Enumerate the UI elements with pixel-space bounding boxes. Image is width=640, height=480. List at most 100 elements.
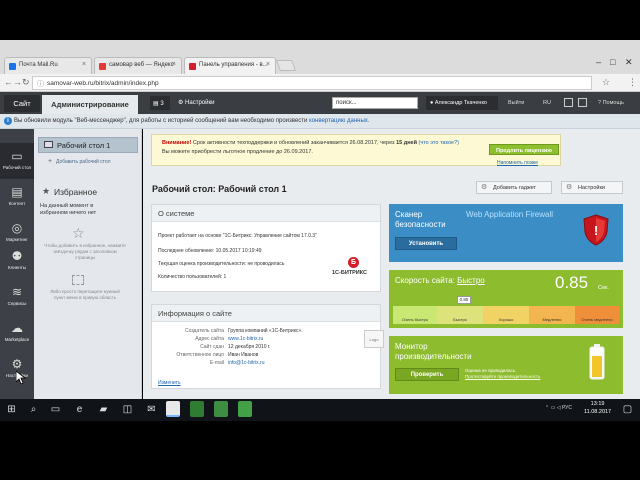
users-count: Количество пользователей: 1 — [158, 274, 227, 280]
info-icon: ⓘ — [37, 81, 44, 88]
top-settings-button[interactable]: ⚙ Настройки — [178, 99, 214, 106]
tab-label: Панель управления - в... — [199, 62, 268, 68]
license-line2: Вы можете приобрести льготное продление … — [162, 148, 313, 155]
user-button[interactable]: ● Александр Ткаченко — [426, 96, 498, 110]
desktop-sidebar: Рабочий стол 1 Добавить рабочий стол ★ И… — [34, 129, 142, 399]
help-label: Помощь — [602, 100, 624, 106]
left-menu: ▭ Рабочий стол ▤ Контент ◎ Маркетинг ⚉ К… — [0, 129, 34, 399]
mail-icon[interactable]: ✉ — [144, 402, 159, 417]
menu-label: Маркетинг — [6, 237, 28, 242]
menu-label: Клиенты — [7, 265, 27, 270]
stack-icon: ≋ — [11, 285, 23, 299]
windows-start-icon[interactable]: ⊞ — [4, 402, 19, 417]
reload-icon[interactable]: ↻ — [22, 77, 30, 88]
user-name: Александр Ткаченко — [434, 100, 487, 106]
menu-desktop[interactable]: ▭ Рабочий стол — [0, 143, 34, 179]
minimize-icon[interactable]: – — [596, 57, 601, 67]
close-icon[interactable]: × — [172, 61, 176, 68]
main-content: Внимание! Срок активности техподдержки и… — [143, 129, 640, 399]
renew-license-button[interactable]: Продлить лицензию — [489, 144, 559, 155]
license-warn-label: Внимание! — [162, 140, 192, 146]
menu-marketplace[interactable]: ☁ Marketplace — [0, 315, 34, 351]
perf-title: Монитор производительности — [395, 342, 472, 361]
tab-label: самовар веб — Яндекс — [109, 62, 174, 68]
tray-lang[interactable]: ⌃ ▭ ◁ РУС — [545, 405, 572, 411]
convert-data-link[interactable]: конвертацию данных. — [309, 118, 369, 124]
menu-label: Контент — [8, 201, 26, 206]
camtasia-icon[interactable] — [190, 401, 204, 417]
install-button[interactable]: Установить — [395, 237, 457, 250]
search-icon[interactable]: ⌕ — [26, 402, 41, 417]
speed-status: Быстро — [457, 276, 485, 285]
url-field[interactable]: ⓘ samovar-web.ru/bitrix/admin/index.php — [32, 76, 592, 90]
back-icon[interactable]: ← — [4, 77, 13, 87]
menu-content[interactable]: ▤ Контент — [0, 179, 34, 215]
monitor-icon: ▭ — [11, 149, 23, 163]
app-icon[interactable] — [238, 401, 252, 417]
edge-icon[interactable]: e — [72, 402, 87, 417]
star-icon: ★ — [42, 186, 51, 196]
camtasia-recorder-icon[interactable] — [214, 401, 228, 417]
close-window-icon[interactable]: ✕ — [625, 57, 633, 68]
change-link[interactable]: Изменить — [158, 380, 181, 386]
mail-favicon-icon — [9, 63, 16, 70]
favorites-empty-text: На данный момент в избранном ничего нет — [40, 203, 97, 217]
chrome-icon[interactable] — [166, 401, 180, 417]
address-bar: ← → ↻ ⓘ samovar-web.ru/bitrix/admin/inde… — [0, 74, 640, 92]
browser-tab-mail[interactable]: Почта Mail.Ru × — [4, 57, 92, 74]
check-button[interactable]: Проверить — [395, 368, 459, 381]
license-days: 15 дней — [396, 140, 417, 146]
maximize-icon[interactable]: □ — [610, 57, 615, 67]
scanner-title: Сканер безопасности — [395, 210, 446, 229]
test-perf-link[interactable]: Протестируйте производительность — [465, 374, 540, 379]
folder-icon[interactable]: ▰ — [96, 402, 111, 417]
speed-segment: Медленно — [529, 306, 575, 324]
info-icon: i — [4, 117, 12, 125]
notifications-button[interactable]: ▤ 3 — [150, 96, 170, 110]
help-link[interactable]: ? Помощь — [598, 100, 624, 106]
shield-icon: ! — [583, 214, 609, 246]
store-icon[interactable]: ◫ — [120, 402, 135, 417]
site-button[interactable]: Сайт — [4, 95, 40, 112]
cloud-icon: ☁ — [11, 321, 23, 335]
star-outline-icon: ☆ — [72, 225, 85, 241]
remind-later-link[interactable]: Напомнить позже — [497, 159, 538, 167]
perf-status: Текущая оценка производительности: не пр… — [158, 261, 285, 267]
speed-segment: Очень быстро — [393, 306, 437, 324]
search-input[interactable]: поиск... — [332, 97, 418, 109]
what-is-this-link[interactable]: (что это такое?) — [419, 140, 459, 146]
admin-button[interactable]: Администрирование — [42, 95, 138, 114]
forward-icon[interactable]: → — [13, 77, 22, 87]
close-icon[interactable]: × — [266, 61, 270, 68]
gear-icon: ⚙ — [11, 357, 23, 371]
favorites-title: Избранное — [54, 187, 98, 197]
scanner-subtitle: Web Application Firewall — [466, 210, 554, 219]
grid-icon[interactable] — [564, 98, 573, 107]
task-view-icon[interactable]: ▭ — [48, 402, 63, 417]
browser-tab-yandex[interactable]: самовар веб — Яндекс × — [94, 57, 182, 74]
notification-count: 3 — [160, 101, 164, 107]
speed-scale: Очень быстро Быстро Хорошо Медленно Очен… — [393, 296, 619, 324]
window-icon[interactable] — [578, 98, 587, 107]
desktop-settings-button[interactable]: Настройки — [561, 181, 623, 194]
notification-center-icon[interactable]: ▢ — [620, 402, 635, 417]
menu-icon[interactable]: ⋮ — [628, 77, 637, 88]
add-gadget-button[interactable]: Добавить гаджет — [476, 181, 552, 194]
menu-services[interactable]: ≋ Сервисы — [0, 279, 34, 315]
menu-clients[interactable]: ⚉ Клиенты — [0, 243, 34, 279]
screen: Почта Mail.Ru × самовар веб — Яндекс × П… — [0, 0, 640, 480]
license-warning: Внимание! Срок активности техподдержки и… — [151, 134, 561, 166]
close-icon[interactable]: × — [82, 61, 86, 68]
add-desktop-link[interactable]: Добавить рабочий стол — [48, 158, 110, 165]
logout-link[interactable]: Выйти — [508, 100, 524, 106]
clock-time: 13:19 — [590, 401, 605, 407]
desktop-1-item[interactable]: Рабочий стол 1 — [38, 137, 138, 153]
menu-label: Рабочий стол — [2, 165, 32, 170]
system-desc: Проект работает на основе "1С-Битрикс: У… — [158, 233, 317, 239]
language-selector[interactable]: RU — [543, 100, 551, 106]
star-icon[interactable]: ☆ — [602, 77, 610, 88]
browser-tab-admin[interactable]: Панель управления - в... × — [184, 57, 276, 74]
bitrix-logo-icon: Б — [348, 257, 359, 268]
new-tab-button[interactable] — [275, 60, 297, 71]
clock[interactable]: 13:19 11.08.2017 — [584, 401, 611, 417]
